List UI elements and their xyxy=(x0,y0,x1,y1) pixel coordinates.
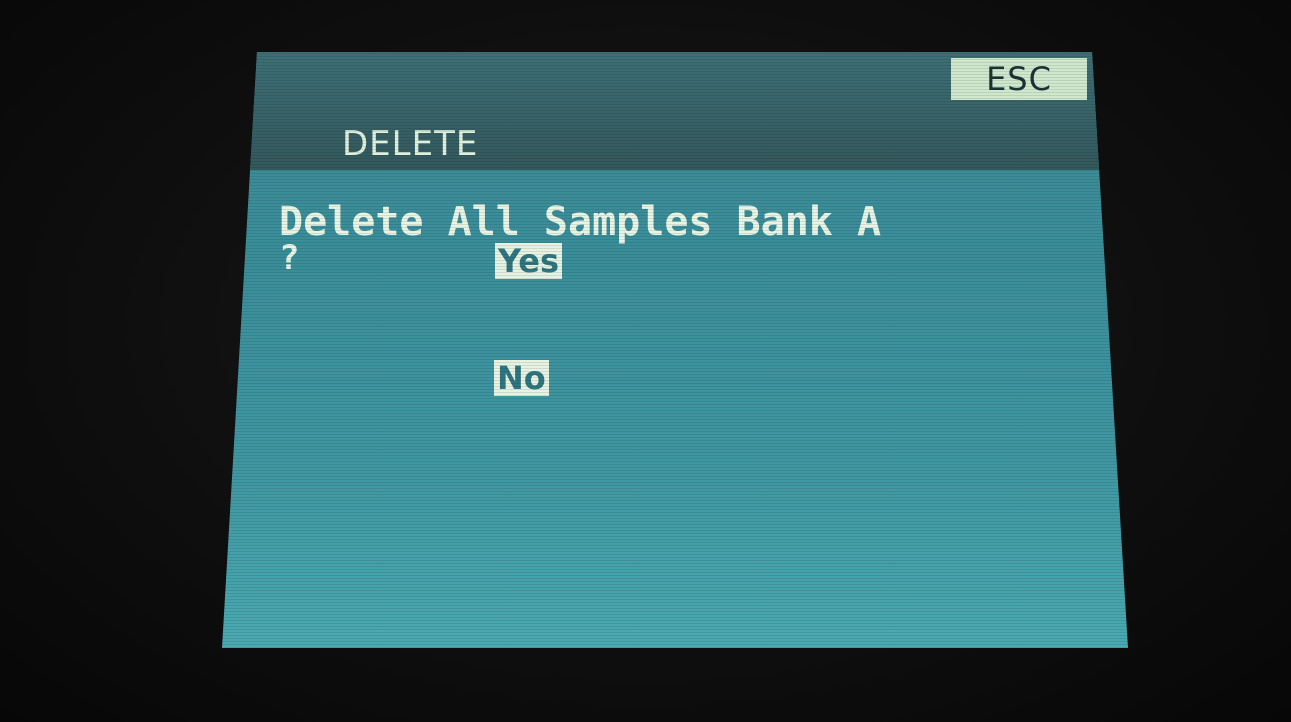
no-option[interactable]: No xyxy=(494,360,549,396)
lcd-screen: ESC DELETE Delete All Samples Bank A ? Y… xyxy=(222,52,1128,648)
header-bar: ESC DELETE xyxy=(222,52,1128,170)
esc-button[interactable]: ESC xyxy=(951,58,1087,100)
page-title: DELETE xyxy=(342,124,479,164)
device-bezel: ESC DELETE Delete All Samples Bank A ? Y… xyxy=(0,0,1291,722)
delete-prompt-question-mark: ? xyxy=(279,238,300,278)
delete-prompt: Delete All Samples Bank A xyxy=(279,199,882,245)
yes-option[interactable]: Yes xyxy=(495,243,562,279)
